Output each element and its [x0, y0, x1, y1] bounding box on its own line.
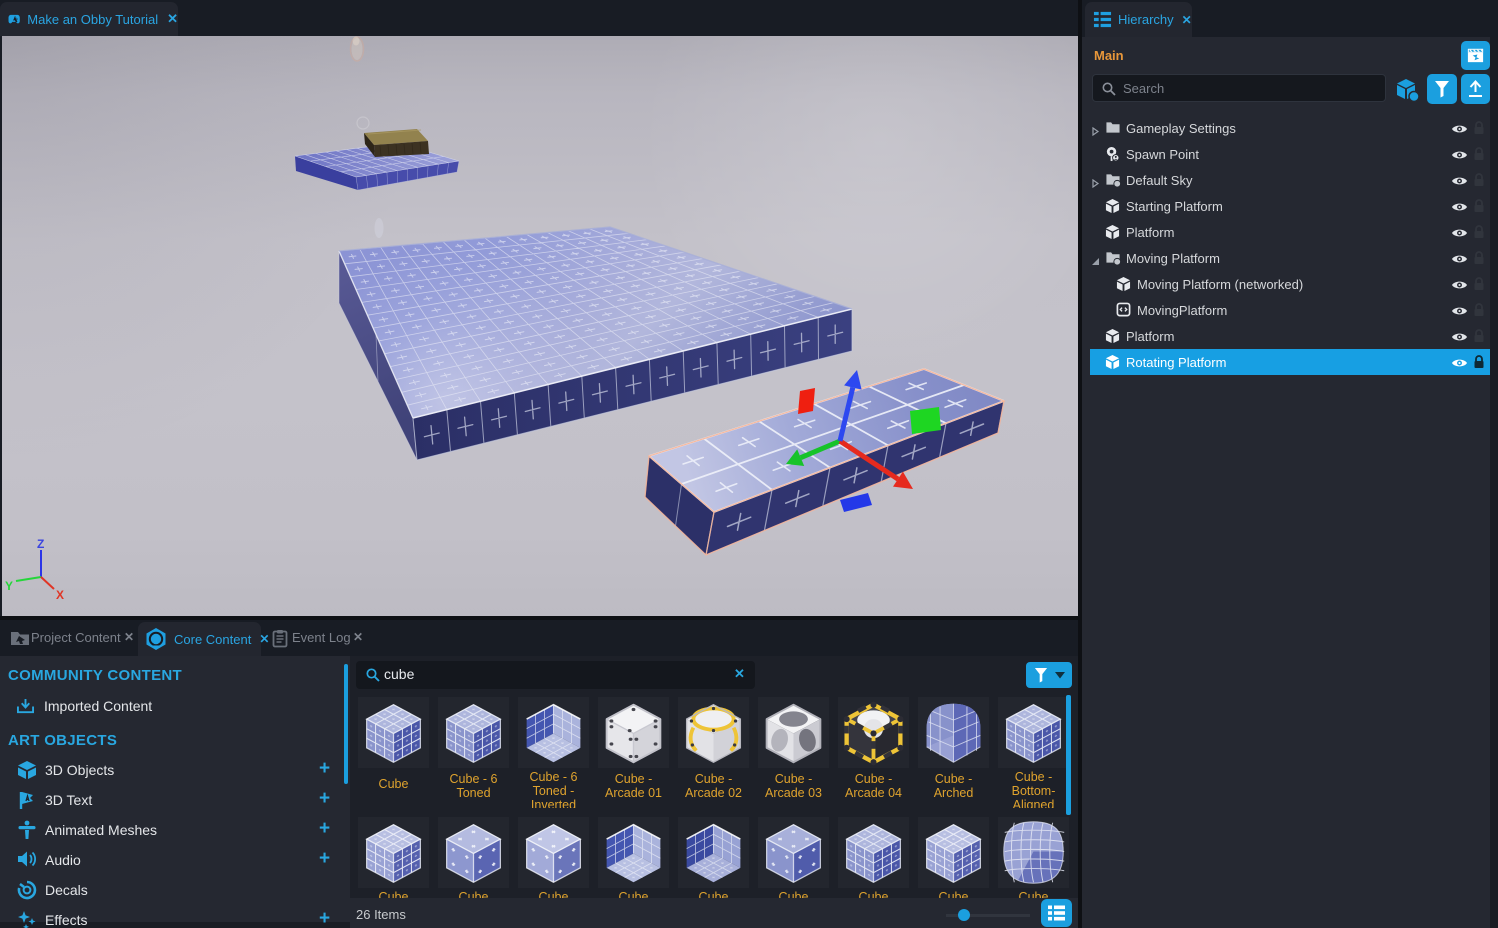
svg-text:Y: Y [5, 579, 13, 593]
svg-text:Z: Z [37, 537, 44, 551]
svg-text:X: X [56, 588, 64, 602]
